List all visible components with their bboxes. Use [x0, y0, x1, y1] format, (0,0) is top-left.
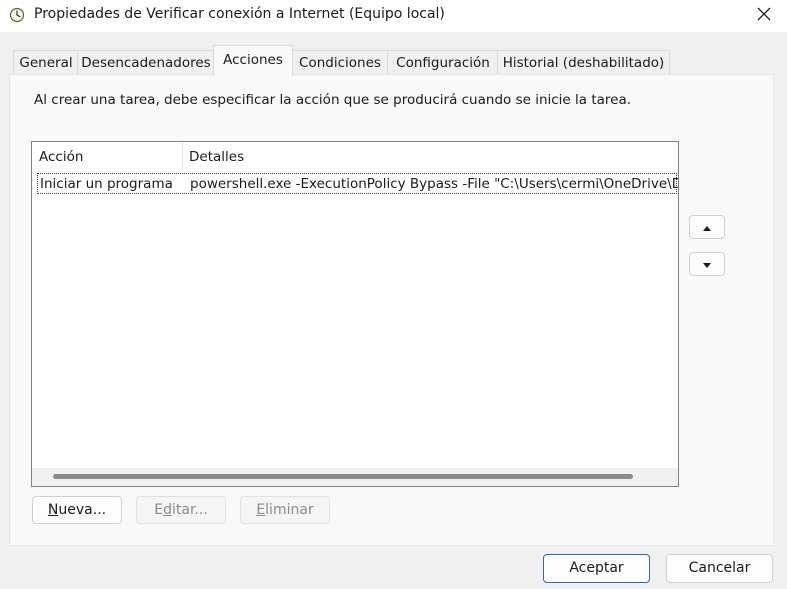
move-down-button[interactable] [689, 252, 725, 276]
title-bar: Propiedades de Verificar conexión a Inte… [0, 0, 787, 32]
delete-label-post: liminar [265, 502, 314, 518]
edit-action-button[interactable]: Editar... [136, 496, 226, 524]
cell-details: powershell.exe -ExecutionPolicy Bypass -… [190, 176, 678, 192]
scrollbar-thumb[interactable] [53, 474, 633, 479]
horizontal-scrollbar[interactable] [32, 468, 678, 486]
instruction-text: Al crear una tarea, debe especificar la … [34, 92, 632, 108]
clock-icon [9, 7, 25, 23]
ok-button[interactable]: Aceptar [543, 554, 650, 583]
triangle-up-icon [703, 219, 711, 235]
tab-general[interactable]: General [13, 50, 79, 75]
edit-label-post: itar... [171, 502, 208, 518]
cancel-button[interactable]: Cancelar [666, 554, 773, 583]
actions-list[interactable]: Acción Detalles Iniciar un programa powe… [31, 141, 679, 487]
new-label-accel: N [47, 502, 59, 518]
column-header-detalles[interactable]: Detalles [189, 142, 244, 172]
table-row[interactable]: Iniciar un programa powershell.exe -Exec… [37, 173, 678, 194]
tab-historial[interactable]: Historial (deshabilitado) [497, 50, 670, 75]
edit-label-pre: E [154, 502, 164, 518]
delete-action-button[interactable]: Eliminar [240, 496, 330, 524]
column-separator[interactable] [182, 142, 183, 172]
close-icon [757, 7, 771, 25]
new-label-post: ueva... [58, 502, 107, 518]
tab-desencadenadores[interactable]: Desencadenadores [77, 50, 215, 75]
tab-condiciones[interactable]: Condiciones [291, 50, 389, 75]
close-button[interactable] [741, 0, 787, 32]
column-header-accion[interactable]: Acción [39, 142, 83, 172]
tab-configuracion[interactable]: Configuración [387, 50, 499, 75]
cell-action: Iniciar un programa [40, 176, 173, 192]
new-action-button[interactable]: Nueva... [32, 496, 122, 524]
edit-label-accel: d [163, 502, 172, 518]
move-up-button[interactable] [689, 215, 725, 239]
delete-label-accel: E [256, 502, 266, 518]
triangle-down-icon [703, 256, 711, 272]
window-title: Propiedades de Verificar conexión a Inte… [34, 6, 445, 22]
tab-acciones[interactable]: Acciones [213, 45, 293, 76]
